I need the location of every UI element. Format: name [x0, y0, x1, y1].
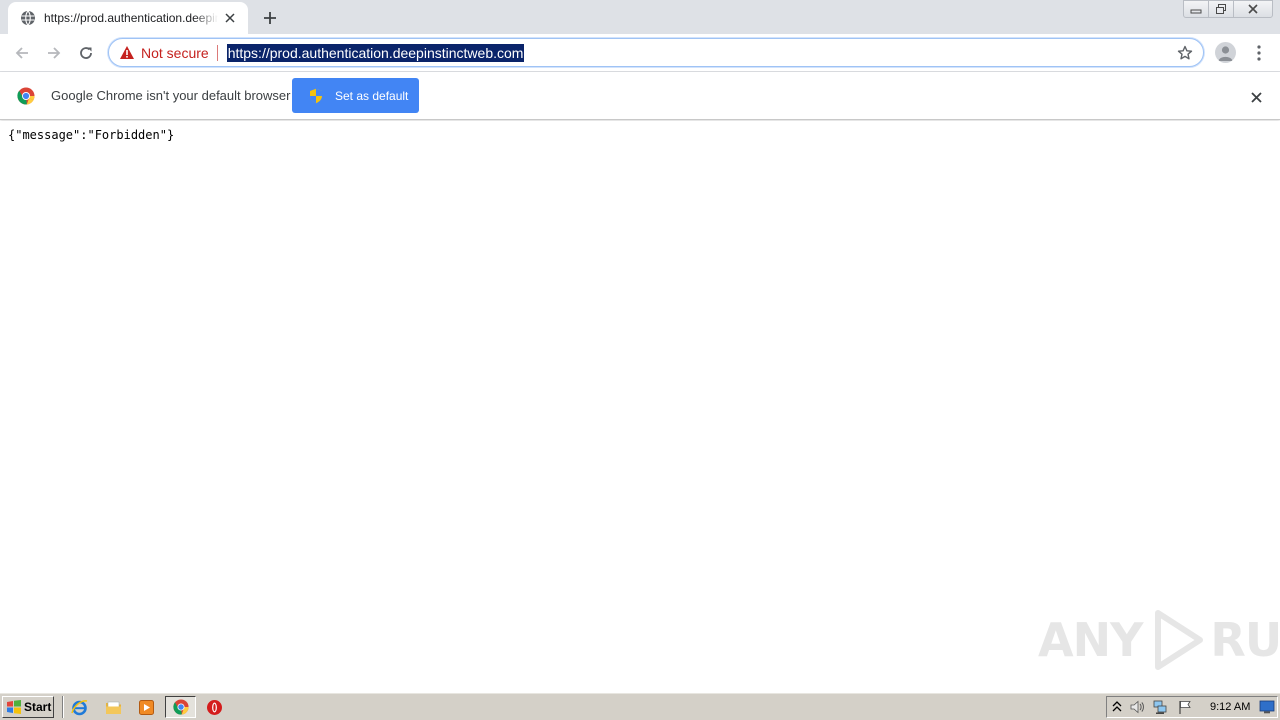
set-as-default-button[interactable]: Set as default — [292, 78, 419, 113]
reload-icon — [80, 47, 92, 59]
show-desktop-icon — [1259, 700, 1275, 714]
windows-flag-icon — [7, 700, 21, 714]
arrow-left-icon — [15, 47, 28, 59]
address-bar[interactable]: Not secure https://prod.authentication.d… — [108, 38, 1204, 67]
ie-icon — [70, 699, 87, 715]
media-player-icon — [138, 699, 154, 715]
close-icon — [225, 13, 235, 23]
chrome-icon — [172, 699, 189, 715]
url-text[interactable]: https://prod.authentication.deepinstinct… — [226, 43, 525, 62]
minimize-icon — [1190, 9, 1202, 14]
profile-avatar-button[interactable] — [1215, 42, 1236, 63]
explorer-launch-button[interactable] — [104, 698, 122, 716]
action-center-button[interactable] — [1177, 699, 1193, 715]
reload-button[interactable] — [74, 41, 98, 65]
expand-tray-icon — [1112, 701, 1122, 712]
ie-launch-button[interactable] — [70, 698, 88, 716]
globe-icon — [21, 10, 35, 26]
omnibox-divider — [216, 44, 218, 61]
chrome-menu-button[interactable] — [1250, 41, 1268, 65]
infobar-message: Google Chrome isn't your default browser — [51, 88, 291, 103]
restore-button[interactable] — [1208, 0, 1234, 18]
close-icon — [1248, 4, 1258, 14]
forward-button[interactable] — [42, 41, 66, 65]
arrow-right-icon — [48, 47, 61, 59]
show-hidden-icons-button[interactable] — [1109, 699, 1125, 715]
new-tab-button[interactable] — [259, 7, 281, 29]
network-icon — [1153, 700, 1167, 714]
set-as-default-label: Set as default — [335, 88, 409, 103]
opera-icon — [206, 699, 222, 715]
infobar-close-button[interactable] — [1247, 88, 1265, 106]
tab-strip: https://prod.authentication.deepinstinct… — [0, 0, 1280, 34]
screen: https://prod.authentication.deepinstinct… — [0, 0, 1280, 720]
opera-launch-button[interactable] — [205, 698, 223, 716]
watermark-right-text: RUN — [1210, 613, 1280, 667]
default-browser-infobar: Google Chrome isn't your default browser… — [0, 72, 1280, 120]
start-label: Start — [24, 700, 52, 714]
page-content: {"message":"Forbidden"} ANY RUN — [0, 121, 1280, 692]
network-button[interactable] — [1152, 699, 1168, 715]
explorer-folder-icon — [105, 701, 121, 714]
start-button[interactable]: Start — [2, 696, 54, 718]
volume-button[interactable] — [1129, 699, 1145, 715]
system-tray: 9:12 AM — [1106, 696, 1278, 718]
taskbar: Start 9:12 AM — [0, 692, 1280, 720]
back-button[interactable] — [10, 41, 34, 65]
action-center-flag-icon — [1179, 701, 1191, 714]
anyrun-watermark: ANY RUN — [1038, 608, 1280, 672]
show-desktop-button[interactable] — [1259, 699, 1275, 715]
browser-toolbar: Not secure https://prod.authentication.d… — [0, 34, 1280, 72]
plus-icon — [264, 12, 276, 24]
watermark-left-text: ANY — [1038, 613, 1143, 667]
star-icon — [1177, 45, 1193, 60]
clock[interactable]: 9:12 AM — [1210, 701, 1250, 713]
media-player-launch-button[interactable] — [137, 698, 155, 716]
avatar-icon — [1218, 46, 1233, 61]
restore-icon — [1216, 4, 1226, 14]
close-icon — [1250, 91, 1262, 103]
security-status-label[interactable]: Not secure — [141, 45, 209, 61]
tab-title: https://prod.authentication.deepinstinct… — [44, 11, 218, 25]
warning-triangle-icon[interactable] — [119, 45, 135, 61]
bookmark-star-button[interactable] — [1176, 44, 1194, 62]
volume-icon — [1130, 700, 1144, 714]
browser-tab[interactable]: https://prod.authentication.deepinstinct… — [8, 2, 248, 34]
taskbar-separator — [62, 696, 64, 718]
chrome-logo-icon — [17, 87, 35, 105]
window-close-button[interactable] — [1233, 0, 1273, 18]
minimize-button[interactable] — [1183, 0, 1209, 18]
uac-shield-icon — [310, 88, 322, 103]
play-logo-icon — [1155, 610, 1204, 670]
tab-close-button[interactable] — [222, 10, 238, 26]
kebab-menu-icon — [1257, 45, 1261, 61]
chrome-taskbar-button[interactable] — [165, 696, 196, 718]
response-body-text: {"message":"Forbidden"} — [8, 128, 175, 142]
